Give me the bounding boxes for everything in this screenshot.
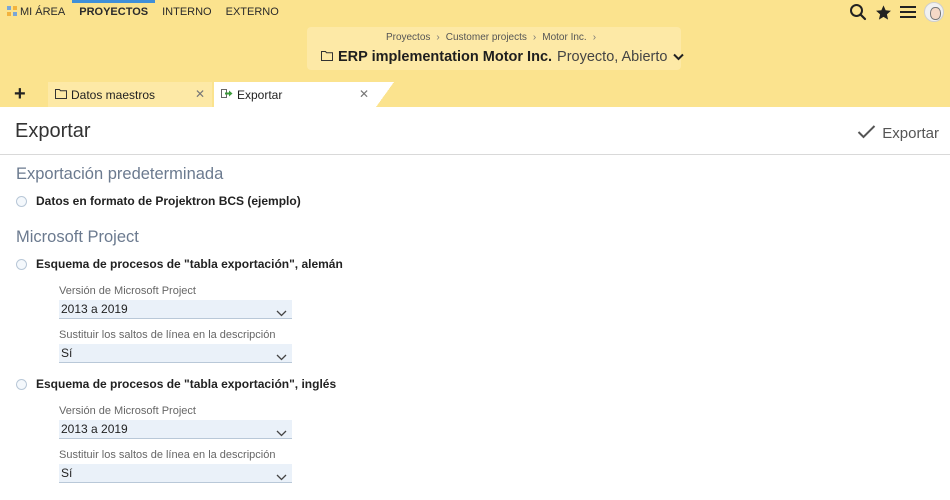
tab-label: Exportar	[237, 87, 283, 102]
radio-button[interactable]	[16, 258, 27, 270]
chevron-down-icon	[276, 304, 287, 322]
version-select[interactable]: 2013 a 2019	[59, 420, 292, 439]
radio-button[interactable]	[16, 195, 27, 207]
chevron-down-icon[interactable]	[673, 49, 685, 65]
tab-datos-maestros[interactable]: Datos maestros ✕	[48, 82, 212, 107]
nav-interno[interactable]: INTERNO	[155, 0, 219, 24]
linebreak-select[interactable]: Sí	[59, 344, 292, 363]
checkmark-icon	[857, 124, 876, 143]
nav-proyectos-label: PROYECTOS	[79, 6, 149, 18]
project-selector[interactable]: ERP implementation Motor Inc. Proyecto, …	[321, 49, 685, 65]
radio-option-msproject-en[interactable]: Esquema de procesos de "tabla exportació…	[16, 377, 336, 391]
radio-option-label: Datos en formato de Projektron BCS (ejem…	[36, 194, 301, 208]
nav-mi-area-label: MI ÁREA	[20, 6, 66, 18]
tab-exportar[interactable]: Exportar ✕	[214, 82, 376, 107]
close-icon[interactable]: ✕	[359, 88, 369, 100]
radio-button[interactable]	[16, 378, 27, 390]
breadcrumb-separator-icon: ›	[592, 32, 597, 43]
avatar[interactable]	[924, 2, 944, 22]
breadcrumb-separator-icon: ›	[436, 32, 440, 43]
top-bar: MI ÁREA PROYECTOS INTERNO EXTERNO Proyec…	[0, 0, 950, 82]
page-title: Exportar	[15, 120, 91, 142]
export-arrow-icon	[221, 88, 233, 102]
select-value: 2013 a 2019	[61, 422, 128, 436]
top-icons	[849, 2, 944, 22]
add-tab-icon[interactable]: +	[14, 84, 26, 104]
nav-externo-label: EXTERNO	[225, 6, 279, 18]
nav-externo[interactable]: EXTERNO	[219, 0, 286, 24]
breadcrumb-separator-icon: ›	[532, 32, 537, 43]
divider	[0, 154, 950, 155]
select-value: Sí	[61, 346, 73, 360]
version-select[interactable]: 2013 a 2019	[59, 300, 292, 319]
search-icon[interactable]	[849, 3, 867, 21]
radio-option-label: Esquema de procesos de "tabla exportació…	[36, 257, 343, 271]
section-title-msproject: Microsoft Project	[16, 228, 139, 246]
radio-option-bcs[interactable]: Datos en formato de Projektron BCS (ejem…	[16, 194, 301, 208]
nav-proyectos[interactable]: PROYECTOS	[72, 0, 155, 24]
field-label-version: Versión de Microsoft Project	[59, 285, 196, 297]
project-status: Proyecto, Abierto	[557, 49, 668, 65]
project-title: ERP implementation Motor Inc.	[338, 49, 553, 65]
select-value: Sí	[61, 466, 73, 480]
field-label-linebreak: Sustituir los saltos de línea en la desc…	[59, 329, 276, 341]
folder-icon	[55, 88, 67, 102]
breadcrumb-item[interactable]: Motor Inc.	[542, 32, 586, 43]
star-icon[interactable]	[875, 4, 892, 21]
breadcrumb: Proyectos › Customer projects › Motor Inc. ›	[307, 32, 681, 43]
tab-corner	[376, 82, 394, 107]
breadcrumb-item[interactable]: Proyectos	[386, 32, 430, 43]
nav-interno-label: INTERNO	[162, 6, 212, 18]
export-button-label: Exportar	[882, 125, 939, 142]
chevron-down-icon	[276, 348, 287, 366]
main-nav: MI ÁREA PROYECTOS INTERNO EXTERNO	[0, 0, 286, 24]
tab-bar: + Datos maestros ✕ Exportar ✕	[0, 82, 950, 107]
field-label-linebreak: Sustituir los saltos de línea en la desc…	[59, 449, 276, 461]
folder-icon	[321, 49, 333, 65]
radio-option-label: Esquema de procesos de "tabla exportació…	[36, 377, 337, 391]
linebreak-select[interactable]: Sí	[59, 464, 292, 483]
menu-icon[interactable]	[900, 5, 916, 19]
export-button[interactable]: Exportar	[857, 124, 939, 143]
project-card: Proyectos › Customer projects › Motor Inc. › …	[307, 27, 685, 70]
close-icon[interactable]: ✕	[195, 88, 205, 100]
tab-label: Datos maestros	[71, 87, 156, 102]
field-label-version: Versión de Microsoft Project	[59, 405, 196, 417]
breadcrumb-item[interactable]: Customer projects	[446, 32, 527, 43]
nav-mi-area[interactable]: MI ÁREA	[0, 0, 72, 24]
chevron-down-icon	[276, 424, 287, 442]
section-title-default: Exportación predeterminada	[16, 165, 224, 183]
dashboard-icon	[7, 6, 17, 16]
chevron-down-icon	[276, 468, 287, 486]
radio-option-msproject-de[interactable]: Esquema de procesos de "tabla exportació…	[16, 257, 343, 271]
select-value: 2013 a 2019	[61, 302, 128, 316]
